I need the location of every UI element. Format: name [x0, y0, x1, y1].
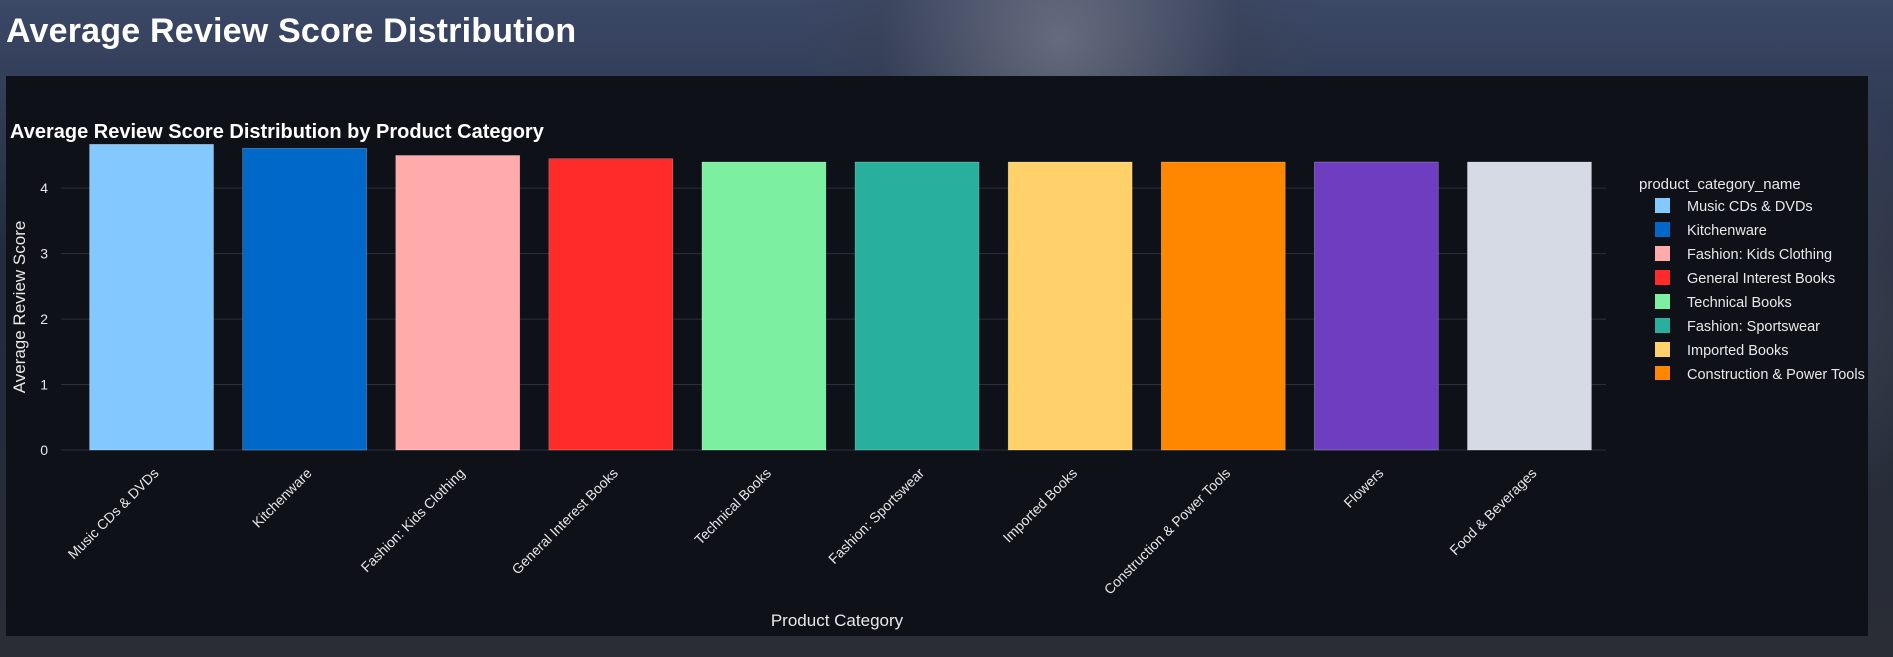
x-tick-label: Flowers [1340, 465, 1386, 511]
legend-swatch [1655, 222, 1670, 237]
bar-chart[interactable]: Average Review Score Distribution by Pro… [6, 76, 1868, 636]
legend[interactable]: Music CDs & DVDs Kitchenware Fashion: Kids… [1655, 198, 1865, 431]
legend-label: Fashion: Sportswear [1687, 319, 1820, 335]
bar[interactable] [395, 155, 521, 451]
legend-swatch [1655, 198, 1670, 213]
x-tick-label: Imported Books [1000, 465, 1081, 546]
legend-label: General Interest Books [1687, 271, 1835, 287]
legend-label: Music CDs & DVDs [1687, 199, 1813, 215]
y-axis-label: Average Review Score [10, 221, 29, 394]
x-tick-label: Fashion: Sportswear [825, 465, 927, 567]
bar[interactable] [548, 158, 674, 451]
legend-label: Imported Books [1687, 343, 1789, 359]
x-tick-label: Construction & Power Tools [1101, 465, 1234, 598]
page-title: Average Review Score Distribution [6, 12, 577, 50]
y-tick-label: 0 [40, 442, 48, 458]
legend-label: Kitchenware [1687, 223, 1767, 239]
legend-item[interactable]: Food & Beverages [1655, 414, 1807, 431]
legend-swatch [1655, 246, 1670, 261]
legend-item[interactable]: Fashion: Kids Clothing [1655, 246, 1832, 263]
y-axis-ticks: 0 1 2 3 4 [40, 180, 48, 458]
x-tick-label: Music CDs & DVDs [65, 465, 162, 562]
legend-label: Flowers [1687, 391, 1738, 407]
y-tick-label: 3 [40, 246, 48, 262]
legend-swatch [1655, 342, 1670, 357]
bar[interactable] [1007, 161, 1133, 451]
chart-container[interactable]: Average Review Score Distribution by Pro… [6, 76, 1868, 636]
legend-item[interactable]: Flowers [1655, 390, 1738, 407]
legend-item[interactable]: Kitchenware [1655, 222, 1767, 239]
legend-swatch [1655, 414, 1670, 429]
x-axis-ticks: Music CDs & DVDs Kitchenware Fashion: Kids… [65, 465, 1540, 598]
bar[interactable] [1467, 161, 1592, 451]
legend-item[interactable]: General Interest Books [1655, 270, 1835, 287]
bar[interactable] [242, 147, 367, 451]
x-tick-label: Fashion: Kids Clothing [358, 465, 468, 575]
legend-item[interactable]: Imported Books [1655, 342, 1789, 359]
legend-swatch [1655, 318, 1670, 333]
legend-swatch [1655, 270, 1670, 285]
y-tick-label: 4 [40, 180, 48, 196]
chart-title: Average Review Score Distribution by Pro… [10, 121, 545, 143]
x-axis-label: Product Category [771, 611, 904, 630]
legend-label: Fashion: Kids Clothing [1687, 247, 1832, 263]
bar[interactable] [854, 161, 980, 451]
legend-swatch [1655, 366, 1670, 380]
legend-label: Technical Books [1687, 295, 1792, 311]
legend-label: Construction & Power Tools [1687, 367, 1865, 383]
legend-item[interactable]: Construction & Power Tools [1655, 366, 1865, 383]
bar[interactable] [1160, 161, 1286, 451]
y-tick-label: 1 [40, 377, 48, 393]
y-tick-label: 2 [40, 311, 48, 327]
legend-swatch [1655, 294, 1670, 309]
bar[interactable] [701, 161, 827, 451]
legend-item[interactable]: Music CDs & DVDs [1655, 198, 1813, 215]
legend-item[interactable]: Fashion: Sportswear [1655, 318, 1820, 335]
bars[interactable] [89, 144, 1592, 451]
x-tick-label: Technical Books [691, 465, 774, 548]
bar[interactable] [1314, 161, 1439, 451]
legend-label: Food & Beverages [1687, 415, 1807, 431]
x-tick-label: General Interest Books [508, 465, 621, 578]
bar[interactable] [89, 144, 214, 451]
x-tick-label: Food & Beverages [1446, 465, 1539, 558]
x-tick-label: Kitchenware [249, 465, 315, 531]
legend-title: product_category_name [1639, 176, 1801, 193]
legend-swatch [1655, 390, 1670, 405]
legend-item[interactable]: Technical Books [1655, 294, 1792, 311]
